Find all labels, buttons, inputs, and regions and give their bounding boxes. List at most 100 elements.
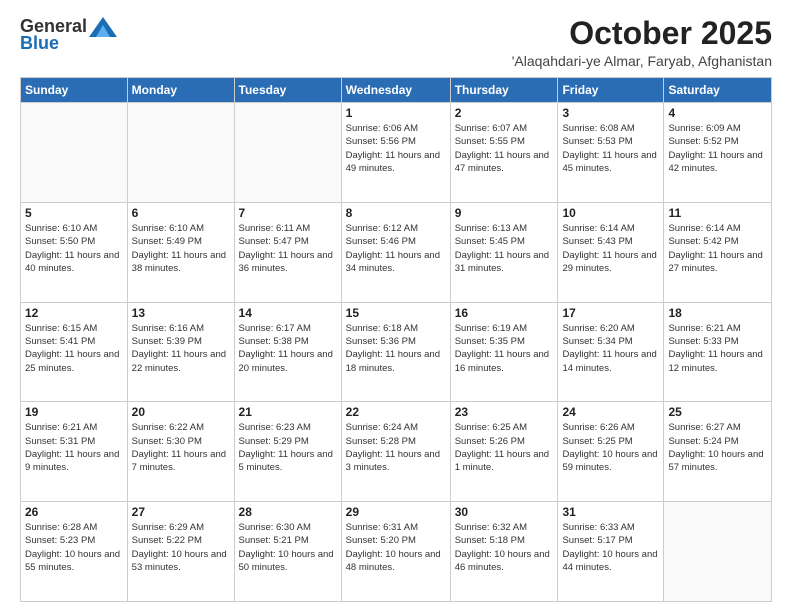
- logo-blue-text: Blue: [20, 33, 59, 53]
- day-cell: 30Sunrise: 6:32 AM Sunset: 5:18 PM Dayli…: [450, 502, 558, 602]
- day-number: 1: [346, 106, 446, 120]
- day-number: 24: [562, 405, 659, 419]
- day-info: Sunrise: 6:19 AM Sunset: 5:35 PM Dayligh…: [455, 322, 554, 375]
- calendar: SundayMondayTuesdayWednesdayThursdayFrid…: [20, 77, 772, 602]
- weekday-header-saturday: Saturday: [664, 78, 772, 103]
- week-row-2: 5Sunrise: 6:10 AM Sunset: 5:50 PM Daylig…: [21, 202, 772, 302]
- day-cell: 23Sunrise: 6:25 AM Sunset: 5:26 PM Dayli…: [450, 402, 558, 502]
- week-row-4: 19 Sunrise: 6:21 AM Sunset: 5:31 PM Dayli…: [21, 402, 772, 502]
- day-cell: 24Sunrise: 6:26 AM Sunset: 5:25 PM Dayli…: [558, 402, 664, 502]
- weekday-header-friday: Friday: [558, 78, 664, 103]
- header: General Blue October 2025 'Alaqahdari-ye…: [20, 16, 772, 69]
- day-cell: 17 Sunrise: 6:20 AM Sunset: 5:34 PM Dayli…: [558, 302, 664, 402]
- day-cell: [234, 103, 341, 203]
- day-cell: 21Sunrise: 6:23 AM Sunset: 5:29 PM Dayli…: [234, 402, 341, 502]
- day-cell: 26Sunrise: 6:28 AM Sunset: 5:23 PM Dayli…: [21, 502, 128, 602]
- day-cell: 5Sunrise: 6:10 AM Sunset: 5:50 PM Daylig…: [21, 202, 128, 302]
- day-number: 4: [668, 106, 767, 120]
- logo-icon: [89, 17, 117, 37]
- day-cell: 14 Sunrise: 6:17 AM Sunset: 5:38 PM Dayli…: [234, 302, 341, 402]
- day-info: Sunrise: 6:08 AM Sunset: 5:53 PM Dayligh…: [562, 122, 659, 175]
- day-info: Sunrise: 6:14 AM Sunset: 5:43 PM Dayligh…: [562, 222, 659, 275]
- weekday-header-thursday: Thursday: [450, 78, 558, 103]
- day-number: 14: [239, 306, 337, 320]
- day-number: 11: [668, 206, 767, 220]
- day-info: Sunrise: 6:21 AM Sunset: 5:31 PM Dayligh…: [25, 421, 123, 474]
- day-info: Sunrise: 6:15 AM Sunset: 5:41 PM Dayligh…: [25, 322, 123, 375]
- day-number: 30: [455, 505, 554, 519]
- day-number: 28: [239, 505, 337, 519]
- day-info: Sunrise: 6:21 AM Sunset: 5:33 PM Dayligh…: [668, 322, 767, 375]
- day-cell: 12Sunrise: 6:15 AM Sunset: 5:41 PM Dayli…: [21, 302, 128, 402]
- day-info: Sunrise: 6:29 AM Sunset: 5:22 PM Dayligh…: [132, 521, 230, 574]
- day-info: Sunrise: 6:12 AM Sunset: 5:46 PM Dayligh…: [346, 222, 446, 275]
- day-number: 16: [455, 306, 554, 320]
- month-title: October 2025: [512, 16, 772, 51]
- week-row-1: 1 Sunrise: 6:06 AM Sunset: 5:56 PM Daylig…: [21, 103, 772, 203]
- day-number: 27: [132, 505, 230, 519]
- weekday-header-tuesday: Tuesday: [234, 78, 341, 103]
- day-info: Sunrise: 6:06 AM Sunset: 5:56 PM Dayligh…: [346, 122, 446, 175]
- day-number: 15: [346, 306, 446, 320]
- day-cell: 28 Sunrise: 6:30 AM Sunset: 5:21 PM Dayli…: [234, 502, 341, 602]
- day-number: 17: [562, 306, 659, 320]
- week-row-3: 12Sunrise: 6:15 AM Sunset: 5:41 PM Dayli…: [21, 302, 772, 402]
- day-cell: 31Sunrise: 6:33 AM Sunset: 5:17 PM Dayli…: [558, 502, 664, 602]
- day-info: Sunrise: 6:16 AM Sunset: 5:39 PM Dayligh…: [132, 322, 230, 375]
- day-info: Sunrise: 6:22 AM Sunset: 5:30 PM Dayligh…: [132, 421, 230, 474]
- day-info: Sunrise: 6:09 AM Sunset: 5:52 PM Dayligh…: [668, 122, 767, 175]
- day-info: Sunrise: 6:24 AM Sunset: 5:28 PM Dayligh…: [346, 421, 446, 474]
- day-info: Sunrise: 6:31 AM Sunset: 5:20 PM Dayligh…: [346, 521, 446, 574]
- day-cell: 25 Sunrise: 6:27 AM Sunset: 5:24 PM Dayli…: [664, 402, 772, 502]
- day-info: Sunrise: 6:27 AM Sunset: 5:24 PM Dayligh…: [668, 421, 767, 474]
- day-info: Sunrise: 6:17 AM Sunset: 5:38 PM Dayligh…: [239, 322, 337, 375]
- day-cell: 19 Sunrise: 6:21 AM Sunset: 5:31 PM Dayli…: [21, 402, 128, 502]
- weekday-header-wednesday: Wednesday: [341, 78, 450, 103]
- day-cell: [21, 103, 128, 203]
- weekday-header-sunday: Sunday: [21, 78, 128, 103]
- day-cell: 18 Sunrise: 6:21 AM Sunset: 5:33 PM Dayli…: [664, 302, 772, 402]
- day-cell: 29 Sunrise: 6:31 AM Sunset: 5:20 PM Dayli…: [341, 502, 450, 602]
- day-number: 7: [239, 206, 337, 220]
- day-number: 19: [25, 405, 123, 419]
- day-number: 5: [25, 206, 123, 220]
- day-info: Sunrise: 6:25 AM Sunset: 5:26 PM Dayligh…: [455, 421, 554, 474]
- day-info: Sunrise: 6:33 AM Sunset: 5:17 PM Dayligh…: [562, 521, 659, 574]
- day-number: 29: [346, 505, 446, 519]
- day-number: 10: [562, 206, 659, 220]
- logo: General Blue: [20, 16, 117, 54]
- weekday-header-row: SundayMondayTuesdayWednesdayThursdayFrid…: [21, 78, 772, 103]
- day-number: 18: [668, 306, 767, 320]
- day-number: 2: [455, 106, 554, 120]
- day-info: Sunrise: 6:11 AM Sunset: 5:47 PM Dayligh…: [239, 222, 337, 275]
- day-cell: [127, 103, 234, 203]
- day-number: 3: [562, 106, 659, 120]
- day-cell: 9Sunrise: 6:13 AM Sunset: 5:45 PM Daylig…: [450, 202, 558, 302]
- day-cell: 13 Sunrise: 6:16 AM Sunset: 5:39 PM Dayli…: [127, 302, 234, 402]
- day-info: Sunrise: 6:07 AM Sunset: 5:55 PM Dayligh…: [455, 122, 554, 175]
- day-info: Sunrise: 6:20 AM Sunset: 5:34 PM Dayligh…: [562, 322, 659, 375]
- day-number: 13: [132, 306, 230, 320]
- day-info: Sunrise: 6:14 AM Sunset: 5:42 PM Dayligh…: [668, 222, 767, 275]
- day-cell: 22 Sunrise: 6:24 AM Sunset: 5:28 PM Dayli…: [341, 402, 450, 502]
- day-number: 20: [132, 405, 230, 419]
- day-cell: 3 Sunrise: 6:08 AM Sunset: 5:53 PM Daylig…: [558, 103, 664, 203]
- day-cell: 7 Sunrise: 6:11 AM Sunset: 5:47 PM Daylig…: [234, 202, 341, 302]
- day-cell: 20 Sunrise: 6:22 AM Sunset: 5:30 PM Dayli…: [127, 402, 234, 502]
- day-cell: 10 Sunrise: 6:14 AM Sunset: 5:43 PM Dayli…: [558, 202, 664, 302]
- week-row-5: 26Sunrise: 6:28 AM Sunset: 5:23 PM Dayli…: [21, 502, 772, 602]
- day-cell: 2 Sunrise: 6:07 AM Sunset: 5:55 PM Daylig…: [450, 103, 558, 203]
- day-info: Sunrise: 6:28 AM Sunset: 5:23 PM Dayligh…: [25, 521, 123, 574]
- day-number: 8: [346, 206, 446, 220]
- day-number: 21: [239, 405, 337, 419]
- day-cell: 8 Sunrise: 6:12 AM Sunset: 5:46 PM Daylig…: [341, 202, 450, 302]
- day-cell: [664, 502, 772, 602]
- day-cell: 1 Sunrise: 6:06 AM Sunset: 5:56 PM Daylig…: [341, 103, 450, 203]
- day-cell: 11 Sunrise: 6:14 AM Sunset: 5:42 PM Dayli…: [664, 202, 772, 302]
- day-number: 25: [668, 405, 767, 419]
- day-number: 22: [346, 405, 446, 419]
- day-cell: 16 Sunrise: 6:19 AM Sunset: 5:35 PM Dayli…: [450, 302, 558, 402]
- page: General Blue October 2025 'Alaqahdari-ye…: [0, 0, 792, 612]
- day-info: Sunrise: 6:30 AM Sunset: 5:21 PM Dayligh…: [239, 521, 337, 574]
- day-info: Sunrise: 6:13 AM Sunset: 5:45 PM Dayligh…: [455, 222, 554, 275]
